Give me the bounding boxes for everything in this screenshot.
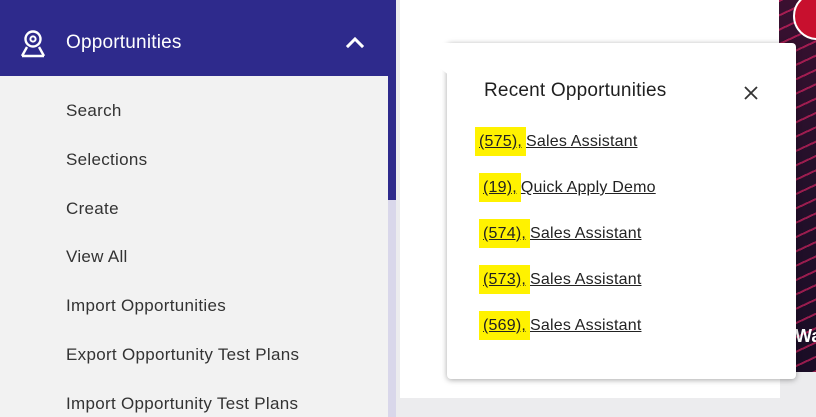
- sidebar-item-create[interactable]: Create: [66, 199, 119, 219]
- sidebar-item-import-test-plans[interactable]: Import Opportunity Test Plans: [66, 394, 298, 414]
- banner-logo: [793, 0, 816, 40]
- sidebar-scrollbar-thumb[interactable]: [388, 0, 396, 200]
- popover-title: Recent Opportunities: [484, 80, 667, 101]
- recent-opportunity-link[interactable]: (19), Quick Apply Demo: [479, 173, 656, 202]
- sidebar-item-export-test-plans[interactable]: Export Opportunity Test Plans: [66, 345, 299, 365]
- close-icon[interactable]: [742, 84, 760, 102]
- sidebar-item-selections[interactable]: Selections: [66, 150, 147, 170]
- sidebar-top-strip: [0, 0, 388, 8]
- banner-text: Wa: [795, 326, 816, 346]
- opportunity-id: (574),: [479, 219, 530, 248]
- sidebar-item-view-all[interactable]: View All: [66, 247, 128, 267]
- opportunity-name: Quick Apply Demo: [520, 179, 656, 196]
- opportunity-name: Sales Assistant: [530, 271, 642, 288]
- sidebar-item-import-opportunities[interactable]: Import Opportunities: [66, 296, 226, 316]
- opportunity-id: (569),: [479, 311, 530, 340]
- opportunity-id: (573),: [479, 265, 530, 294]
- recent-opportunity-link[interactable]: (569), Sales Assistant: [479, 311, 642, 340]
- sidebar-item-search[interactable]: Search: [66, 101, 122, 121]
- opportunities-menu-label: Opportunities: [66, 32, 182, 53]
- bottom-band: [400, 398, 816, 417]
- recent-opportunity-link[interactable]: (573), Sales Assistant: [479, 265, 642, 294]
- recent-opportunity-link[interactable]: (574), Sales Assistant: [479, 219, 642, 248]
- chevron-up-icon[interactable]: [345, 35, 365, 49]
- opportunity-id: (19),: [479, 173, 521, 202]
- opportunity-name: Sales Assistant: [526, 133, 638, 150]
- opportunity-name: Sales Assistant: [530, 225, 642, 242]
- popover-arrow-fill: [408, 43, 450, 76]
- sidebar: Opportunities Search Selections Create V…: [0, 0, 388, 417]
- opportunity-id: (575),: [475, 127, 526, 156]
- opportunity-name: Sales Assistant: [530, 317, 642, 334]
- recent-opportunity-link[interactable]: (575), Sales Assistant: [475, 127, 638, 156]
- user-badge-icon: [18, 28, 48, 58]
- opportunities-menu-header[interactable]: Opportunities: [0, 8, 388, 76]
